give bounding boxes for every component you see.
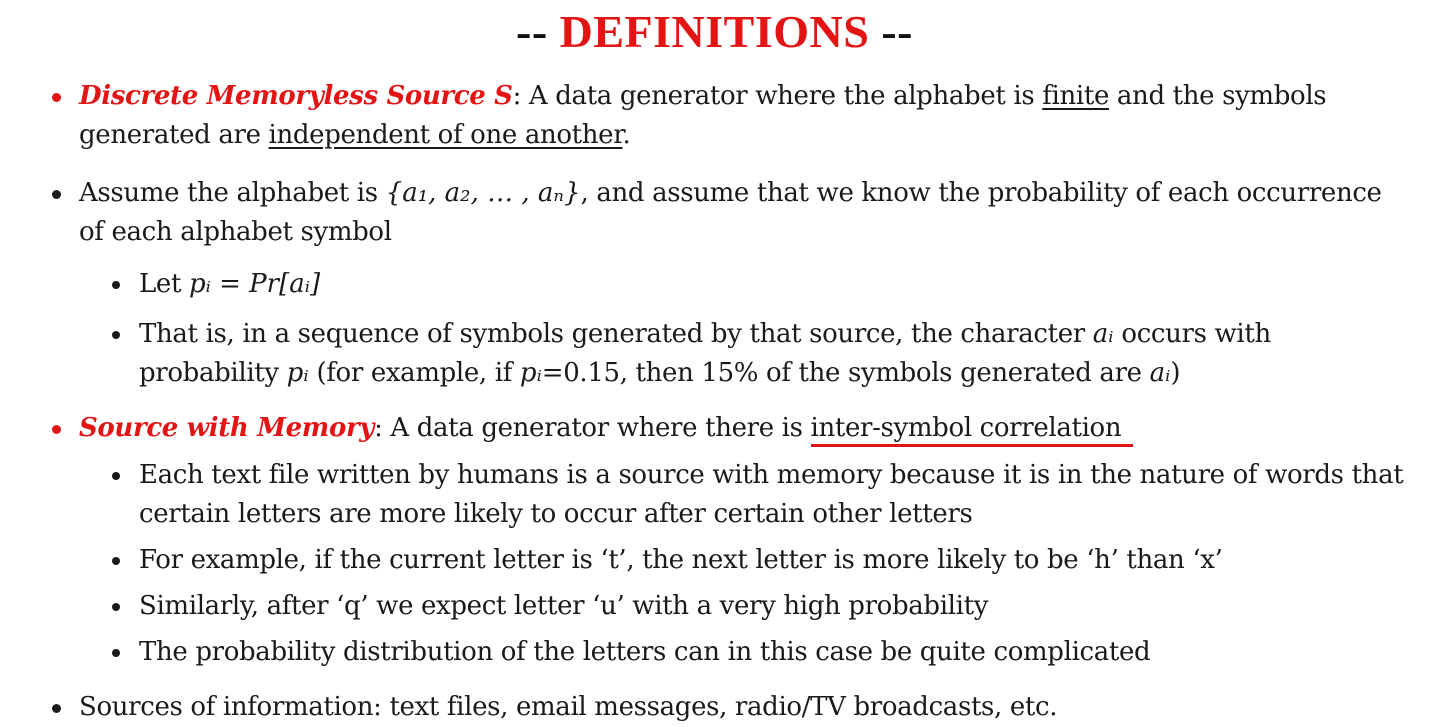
subbullet-example-q-u: Similarly, after ‘q’ we expect letter ‘u… — [112, 587, 1409, 626]
math-ai: aᵢ — [1092, 319, 1114, 349]
underlined-text: finite — [1042, 81, 1109, 111]
bullet-text: Sources of information: text files, emai… — [79, 692, 1058, 722]
bullet-text: The probability distribution of the lett… — [139, 637, 1151, 667]
term-source-with-memory: Source with Memory — [79, 413, 375, 443]
term-discrete-memoryless-source: Discrete Memoryless Source S — [79, 81, 513, 111]
subbullet-sequence-probability: That is, in a sequence of symbols genera… — [112, 315, 1409, 393]
bullet-text: . — [622, 120, 631, 150]
bullet-dot — [112, 472, 120, 480]
bullet-dot — [112, 281, 120, 289]
bullet-text: : A data generator where there is — [374, 413, 811, 443]
subbullet-example-t-h: For example, if the current letter is ‘t… — [112, 541, 1409, 580]
bullet-text: Each text file written by humans is a so… — [139, 460, 1404, 529]
bullet-dot — [52, 704, 61, 713]
bullet-dot — [52, 425, 61, 434]
math-pi-definition: pᵢ = Pr[aᵢ] — [188, 269, 321, 299]
math-alphabet-set: {a₁, a₂, … , aₙ} — [385, 178, 581, 208]
math-pi: pᵢ — [286, 358, 309, 388]
bullet-text: Let — [139, 269, 189, 299]
bullet-alphabet-assumption: Assume the alphabet is {a₁, a₂, … , aₙ},… — [52, 174, 1409, 252]
title-word: DEFINITIONS — [559, 6, 870, 57]
bullet-sources-of-information: Sources of information: text files, emai… — [52, 688, 1409, 727]
bullet-text: (for example, if — [308, 358, 520, 388]
red-underlined-text: inter-symbol correlation — [810, 409, 1133, 448]
bullet-dot — [52, 93, 61, 102]
underlined-text: independent of one another — [268, 120, 623, 150]
bullet-dot — [112, 557, 120, 565]
bullet-dot — [112, 649, 120, 657]
bullet-text: Assume the alphabet is — [79, 178, 386, 208]
subbullet-let-pi: Let pᵢ = Pr[aᵢ] — [112, 265, 1409, 304]
subbullet-text-files-memory: Each text file written by humans is a so… — [112, 456, 1409, 534]
bullet-discrete-memoryless-source: Discrete Memoryless Source S: A data gen… — [52, 77, 1409, 155]
title-dash-left: -- — [516, 6, 548, 57]
title-dash-right: -- — [881, 6, 913, 57]
bullet-text: For example, if the current letter is ‘t… — [139, 545, 1223, 575]
bullet-dot — [112, 331, 120, 339]
math-pi: pᵢ — [519, 358, 542, 388]
bullet-dot — [112, 603, 120, 611]
bullet-text: =0.15, then 15% of the symbols generated… — [541, 358, 1150, 388]
slide: -- DEFINITIONS -- Discrete Memoryless So… — [0, 0, 1429, 724]
bullet-text: Similarly, after ‘q’ we expect letter ‘u… — [139, 591, 989, 621]
subbullet-distribution-complicated: The probability distribution of the lett… — [112, 633, 1409, 672]
bullet-text: ) — [1170, 358, 1181, 388]
bullet-text: That is, in a sequence of symbols genera… — [139, 319, 1093, 349]
slide-title: -- DEFINITIONS -- — [0, 6, 1429, 58]
bullet-text: : A data generator where the alphabet is — [512, 81, 1043, 111]
bullet-dot — [52, 190, 61, 199]
math-ai: aᵢ — [1149, 358, 1171, 388]
bullet-source-with-memory: Source with Memory: A data generator whe… — [52, 409, 1409, 448]
